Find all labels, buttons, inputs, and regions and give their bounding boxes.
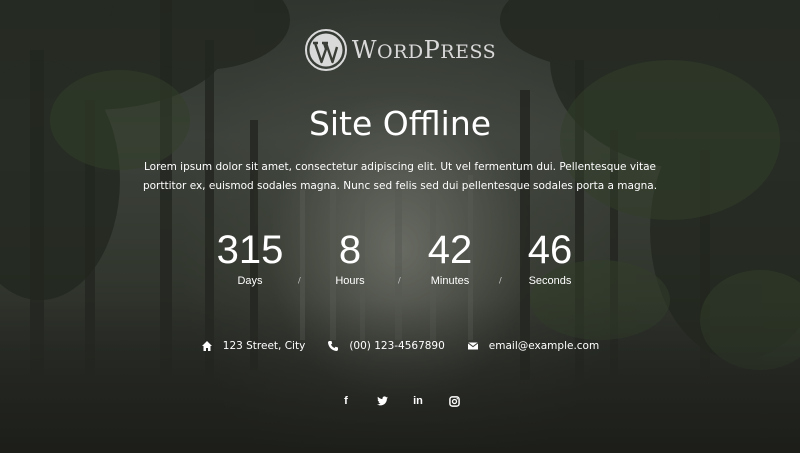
- email-text: email@example.com: [488, 340, 600, 352]
- instagram-icon[interactable]: [447, 394, 461, 408]
- facebook-icon[interactable]: f: [339, 394, 353, 408]
- seconds-value: 46: [527, 228, 573, 272]
- home-icon: [201, 341, 212, 351]
- countdown-seconds: 46 Seconds: [500, 226, 600, 288]
- minutes-label: Minutes: [430, 275, 470, 287]
- days-label: Days: [237, 275, 263, 287]
- minutes-value: 42: [427, 228, 473, 272]
- social-links: f in: [0, 394, 800, 408]
- countdown-hours: 8 Hours: [300, 226, 400, 288]
- twitter-icon[interactable]: [375, 394, 389, 408]
- description: Lorem ipsum dolor sit amet, consectetur …: [140, 158, 660, 196]
- phone-icon: [328, 341, 339, 351]
- content: WORDPRESS Site Offline Lorem ipsum dolor…: [0, 0, 800, 453]
- contact-phone[interactable]: (00) 123-4567890: [327, 340, 445, 352]
- hours-label: Hours: [335, 275, 365, 287]
- linkedin-icon[interactable]: in: [411, 394, 425, 408]
- wordpress-logo[interactable]: WORDPRESS: [0, 28, 800, 72]
- envelope-icon: [467, 342, 479, 350]
- phone-text: (00) 123-4567890: [349, 340, 445, 352]
- description-line-2: porttitor ex, euismod sodales magna. Nun…: [142, 180, 658, 192]
- wordpress-icon: [304, 29, 347, 71]
- page-title: Site Offline: [308, 104, 492, 143]
- offline-page: WORDPRESS Site Offline Lorem ipsum dolor…: [0, 0, 800, 453]
- countdown-minutes: 42 Minutes: [400, 226, 500, 288]
- address-text: 123 Street, City: [222, 340, 306, 352]
- countdown-days: 315 Days: [200, 226, 300, 288]
- description-line-1: Lorem ipsum dolor sit amet, consectetur …: [143, 161, 656, 173]
- contact-info: 123 Street, City (00) 123-4567890 email@…: [0, 340, 800, 352]
- days-value: 315: [216, 228, 284, 272]
- contact-email[interactable]: email@example.com: [467, 340, 599, 352]
- seconds-label: Seconds: [528, 275, 572, 287]
- countdown-timer: 315 Days / 8 Hours / 42 Minutes / 46 Sec…: [200, 226, 600, 296]
- logo-text: WORDPRESS: [351, 36, 497, 64]
- contact-address: 123 Street, City: [201, 340, 306, 352]
- hours-value: 8: [338, 228, 362, 272]
